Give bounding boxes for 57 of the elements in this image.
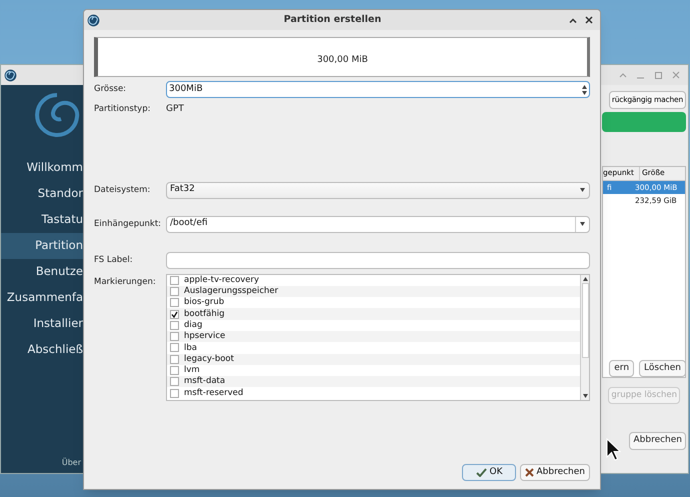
app-logo-icon <box>4 68 17 82</box>
about-link[interactable]: Über <box>62 457 83 469</box>
sidebar-item[interactable]: Tastatu <box>1 207 83 233</box>
partition-type-value: GPT <box>166 103 184 116</box>
size-spinbox[interactable]: 300MiB <box>166 81 590 98</box>
checkbox[interactable] <box>170 320 179 330</box>
checkbox[interactable] <box>170 354 179 364</box>
scroll-up-icon <box>582 276 588 280</box>
app-logo-icon <box>87 14 100 26</box>
checkbox[interactable] <box>170 298 179 308</box>
cross-icon <box>525 468 534 477</box>
sidebar-item[interactable]: Installier <box>1 311 83 337</box>
checkbox[interactable] <box>170 332 179 342</box>
cancel-button[interactable]: Abbrechen <box>520 464 590 481</box>
flag-item[interactable]: bootfähig <box>167 308 580 320</box>
field-label: Grösse: <box>94 83 128 96</box>
preview-size: 300,00 MiB <box>317 54 368 66</box>
checkmark-icon <box>476 468 488 477</box>
sidebar-item[interactable]: Abschließ <box>1 337 83 363</box>
fs-label-field[interactable] <box>166 252 590 268</box>
field-label: FS Label: <box>94 254 134 266</box>
flag-item[interactable]: hpservice <box>167 330 580 342</box>
checkbox[interactable] <box>170 286 179 296</box>
checkbox[interactable] <box>170 377 179 386</box>
checkbox[interactable] <box>170 388 179 398</box>
action-button[interactable]: ern <box>609 360 634 377</box>
sidebar-item[interactable]: Willkomm <box>1 155 83 181</box>
window-title: Partition erstellen <box>282 12 382 27</box>
field-label: Einhängepunkt: <box>94 218 162 230</box>
window-controls-icon[interactable] <box>619 71 681 79</box>
close-icon[interactable] <box>585 16 593 24</box>
dropdown-arrow-icon[interactable] <box>580 222 585 226</box>
checkbox[interactable] <box>170 310 179 319</box>
checkbox[interactable] <box>170 276 179 285</box>
action-button[interactable]: Löschen <box>639 360 686 377</box>
filesystem-dropdown[interactable]: Fat32 <box>166 182 590 198</box>
sidebar-item[interactable]: Partition <box>1 233 83 259</box>
flag-item[interactable]: msft-data <box>167 376 580 388</box>
spin-arrows-icon[interactable] <box>582 84 587 94</box>
mouse-cursor-icon <box>606 438 622 462</box>
flag-item[interactable]: legacy-boot <box>167 354 580 365</box>
field-label: Markierungen: <box>94 276 157 288</box>
dropdown-arrow-icon <box>580 188 585 192</box>
mount-point-combobox[interactable]: /boot/efi <box>166 216 590 232</box>
checkbox[interactable] <box>170 366 179 376</box>
scrollbar[interactable] <box>580 274 589 400</box>
checkbox[interactable] <box>170 343 179 352</box>
sidebar-item[interactable]: Standor <box>1 181 83 207</box>
field-label: Partitionstyp: <box>94 103 152 116</box>
scroll-down-icon <box>582 394 588 398</box>
cancel-button[interactable]: Abbrechen <box>629 432 686 450</box>
sidebar-item[interactable]: Benutze <box>1 259 83 285</box>
field-label: Dateisystem: <box>94 184 152 196</box>
ok-button[interactable]: OK <box>462 464 516 481</box>
collapse-icon[interactable] <box>569 18 577 22</box>
flag-item[interactable]: Auslagerungsspeicher <box>167 286 580 298</box>
sidebar-item[interactable]: Zusammenfa <box>1 285 83 311</box>
